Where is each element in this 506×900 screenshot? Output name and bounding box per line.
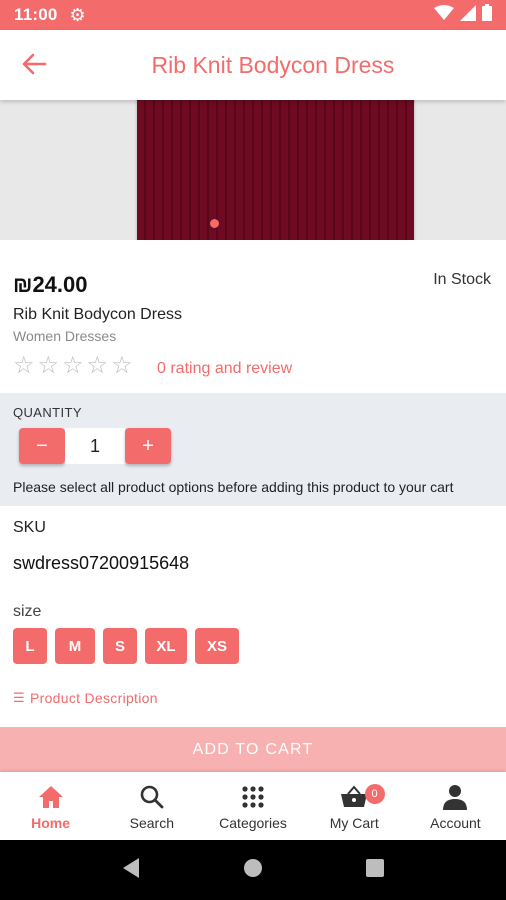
quantity-increase-button[interactable]: + bbox=[125, 428, 171, 464]
options-note: Please select all product options before… bbox=[13, 479, 454, 495]
arrow-left-icon bbox=[21, 53, 47, 80]
size-options: L M S XL XS bbox=[13, 628, 239, 664]
back-button[interactable] bbox=[18, 50, 50, 82]
status-time: 11:00 bbox=[14, 5, 58, 24]
rating-stars[interactable]: ☆ ☆ ☆ ☆ ☆ bbox=[13, 354, 133, 378]
grid-icon bbox=[238, 782, 268, 812]
search-icon bbox=[137, 782, 167, 812]
list-icon: ☰ bbox=[13, 690, 25, 705]
product-info: ₪24.00 In Stock Rib Knit Bodycon Dress W… bbox=[0, 240, 506, 393]
carousel-dot-active[interactable] bbox=[210, 219, 219, 228]
sku-value: swdress07200915648 bbox=[13, 553, 190, 573]
page-title: Rib Knit Bodycon Dress bbox=[151, 51, 395, 78]
recents-square-icon[interactable] bbox=[365, 858, 385, 883]
nav-item-account[interactable]: Account bbox=[405, 772, 506, 840]
home-circle-icon[interactable] bbox=[242, 857, 264, 884]
rating-review-link[interactable]: 0 rating and review bbox=[157, 360, 292, 378]
star-icon[interactable]: ☆ bbox=[38, 354, 60, 378]
product-image-carousel[interactable] bbox=[0, 100, 506, 240]
add-to-cart-button[interactable]: ADD TO CART bbox=[0, 727, 506, 772]
size-option-xl[interactable]: XL bbox=[145, 628, 187, 664]
nav-label-search: Search bbox=[129, 814, 174, 831]
quantity-stepper: − 1 + bbox=[19, 428, 171, 464]
star-icon[interactable]: ☆ bbox=[111, 354, 133, 378]
person-icon bbox=[440, 782, 470, 812]
system-nav-bar bbox=[0, 840, 506, 900]
nav-item-my-cart[interactable]: 0 My Cart bbox=[304, 772, 405, 840]
quantity-value[interactable]: 1 bbox=[65, 428, 125, 464]
back-triangle-icon[interactable] bbox=[121, 857, 141, 884]
nav-label-account: Account bbox=[430, 814, 481, 831]
nav-label-my-cart: My Cart bbox=[329, 814, 379, 831]
bottom-nav: Home Search Categories 0 My Cart Account bbox=[0, 772, 506, 840]
star-icon[interactable]: ☆ bbox=[87, 354, 109, 378]
product-category: Women Dresses bbox=[13, 328, 117, 344]
wifi-icon bbox=[434, 4, 454, 26]
size-label: size bbox=[13, 603, 42, 620]
size-option-m[interactable]: M bbox=[55, 628, 95, 664]
nav-label-categories: Categories bbox=[219, 814, 287, 831]
nav-label-home: Home bbox=[31, 814, 71, 831]
cart-count-badge: 0 bbox=[364, 784, 385, 804]
product-description-label: Product Description bbox=[29, 690, 158, 706]
home-icon bbox=[36, 782, 66, 812]
sku-label: SKU bbox=[13, 519, 46, 536]
quantity-section: QUANTITY − 1 + Please select all product… bbox=[0, 393, 506, 506]
nav-item-categories[interactable]: Categories bbox=[202, 772, 303, 840]
size-option-xs[interactable]: XS bbox=[195, 628, 239, 664]
product-image bbox=[137, 100, 414, 240]
product-description-link[interactable]: ☰ Product Description bbox=[13, 690, 158, 706]
status-bar: 11:00 ⚙ bbox=[0, 0, 506, 30]
signal-icon bbox=[460, 4, 476, 26]
battery-icon bbox=[482, 4, 492, 26]
stock-status: In Stock bbox=[433, 271, 491, 288]
size-option-s[interactable]: S bbox=[103, 628, 137, 664]
star-icon[interactable]: ☆ bbox=[13, 354, 35, 378]
nav-item-search[interactable]: Search bbox=[101, 772, 202, 840]
star-icon[interactable]: ☆ bbox=[62, 354, 84, 378]
quantity-label: QUANTITY bbox=[13, 405, 82, 420]
product-name: Rib Knit Bodycon Dress bbox=[13, 306, 182, 323]
nav-item-home[interactable]: Home bbox=[0, 772, 101, 840]
product-price: ₪24.00 bbox=[13, 272, 88, 297]
gear-icon: ⚙ bbox=[69, 5, 86, 25]
size-option-l[interactable]: L bbox=[13, 628, 47, 664]
quantity-decrease-button[interactable]: − bbox=[19, 428, 65, 464]
status-icons bbox=[434, 4, 492, 26]
app-bar: Rib Knit Bodycon Dress bbox=[0, 30, 506, 100]
